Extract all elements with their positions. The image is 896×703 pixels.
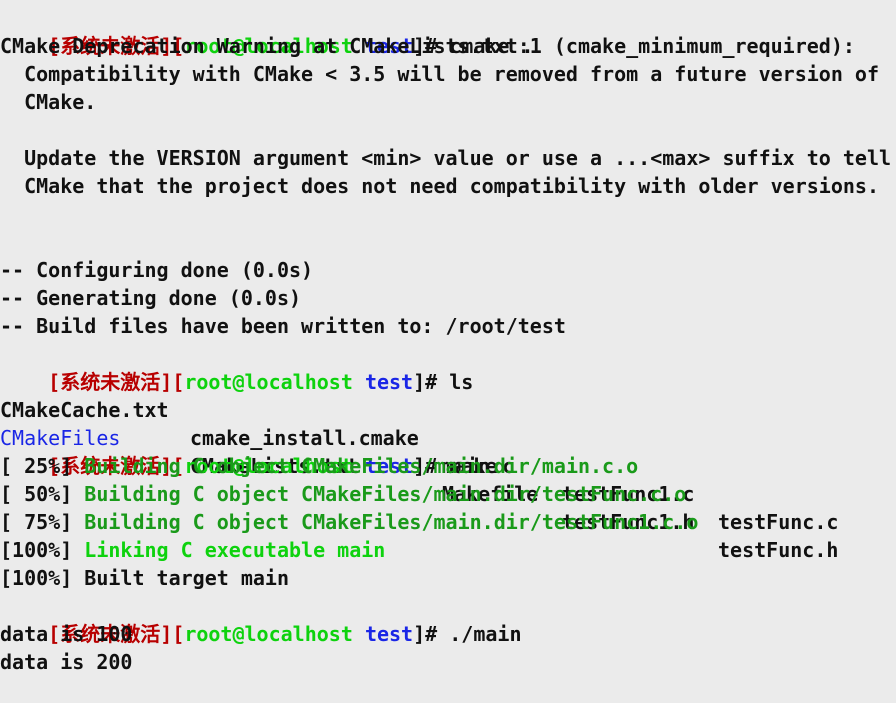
output-line: CMake Deprecation Warning at CMakeLists.…: [0, 34, 855, 58]
prompt-user-host: root@localhost: [184, 622, 353, 646]
link-message: Linking C executable main: [84, 538, 386, 562]
output-line: -- Configuring done (0.0s): [0, 258, 314, 282]
build-percent: [100%]: [0, 538, 85, 562]
build-percent: [ 75%]: [0, 510, 85, 534]
output-line: [100%] Built target main: [0, 566, 289, 590]
ls-row: CMakeFiles CMakeLists.txt Makefile testF…: [0, 396, 896, 562]
prompt-cwd: test: [364, 622, 414, 646]
output-line: -- Generating done (0.0s): [0, 286, 302, 310]
output-line: data is 200: [0, 650, 133, 674]
build-message: Building C object CMakeFiles/main.dir/te…: [84, 510, 699, 534]
prompt-line: [系统未激活][root@localhost test]# ls: [0, 340, 473, 394]
output-line: CMake that the project does not need com…: [0, 174, 879, 198]
ls-row: CMakeCache.txt cmake_install.cmake main.…: [0, 368, 896, 534]
build-percent: [ 50%]: [0, 482, 85, 506]
output-line: -- Build files have been written to: /ro…: [0, 314, 566, 338]
output-line: Update the VERSION argument <min> value …: [0, 146, 892, 170]
terminal-window[interactable]: [系统未激活][root@localhost test]# cmake . CM…: [0, 0, 896, 703]
output-line: Compatibility with CMake < 3.5 will be r…: [0, 62, 879, 86]
output-line: CMake.: [0, 90, 97, 114]
output-line: data is 100: [0, 622, 133, 646]
prompt-hash: ]#: [413, 622, 438, 646]
build-line: [ 25%] Building C object CMakeFiles/main…: [0, 452, 638, 480]
build-line: [100%] Linking C executable main: [0, 536, 385, 564]
build-line: [ 50%] Building C object CMakeFiles/main…: [0, 480, 686, 508]
prompt-line: [系统未激活][root@localhost test]# cmake .: [0, 4, 533, 58]
file-entry: testFunc.c: [718, 510, 839, 534]
file-entry: testFunc.h: [718, 538, 839, 562]
build-percent: [ 25%]: [0, 454, 85, 478]
prompt-bracket: ][: [160, 622, 185, 646]
command-text: ./main: [437, 622, 522, 646]
build-message: Building C object CMakeFiles/main.dir/te…: [84, 482, 687, 506]
prompt-line: [系统未激活][root@localhost test]# make: [0, 424, 497, 478]
build-message: Building C object CMakeFiles/main.dir/ma…: [84, 454, 639, 478]
prompt-line: [系统未激活][root@localhost test]# ./main: [0, 592, 521, 646]
build-line: [ 75%] Building C object CMakeFiles/main…: [0, 508, 698, 536]
prompt-line[interactable]: [系统未激活][root@localhost test]#: [0, 676, 461, 703]
